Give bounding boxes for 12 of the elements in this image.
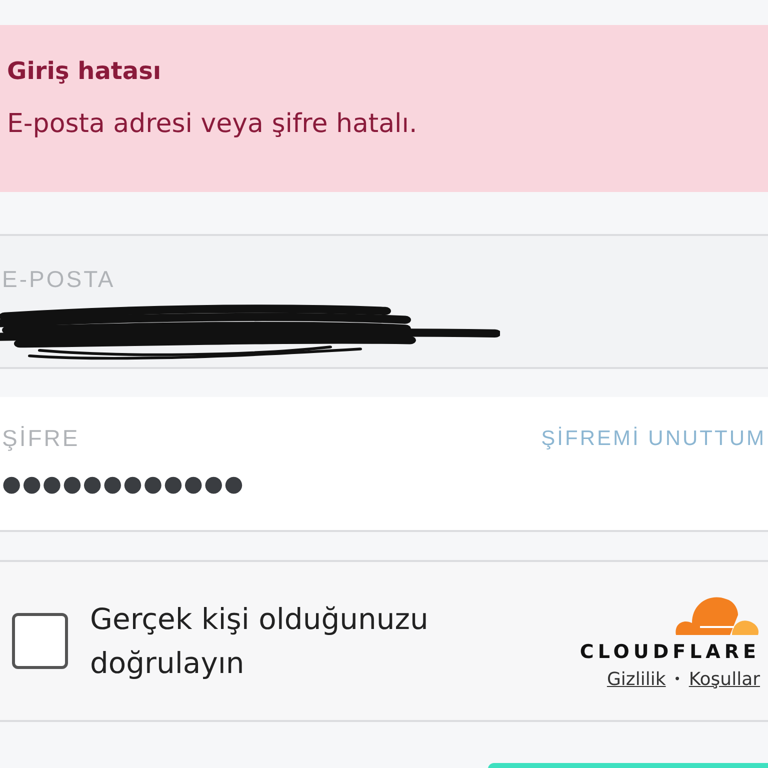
footer-link[interactable]: Koşullar [688,668,760,690]
separator-dot: • [674,672,681,686]
brand-name: CLOUDFLARE [580,640,760,662]
field-label: ŞİFRE [2,425,80,452]
footer-link[interactable]: Gizlilik [606,668,666,690]
checkbox[interactable] [12,613,68,669]
error-title: Giriş hatası [7,57,162,85]
error-message: E-posta adresi veya şifre hatalı. [7,109,418,139]
password-value: ●●●●●●●●●●●● [2,472,246,497]
password-field[interactable]: ŞİFRE ŞİFREMİ UNUTTUM ●●●●●●●●●●●● [0,397,768,532]
captcha-label: Gerçek kişi olduğunuzu doğrulayın [90,601,430,682]
field-label: E-POSTA [2,266,116,293]
